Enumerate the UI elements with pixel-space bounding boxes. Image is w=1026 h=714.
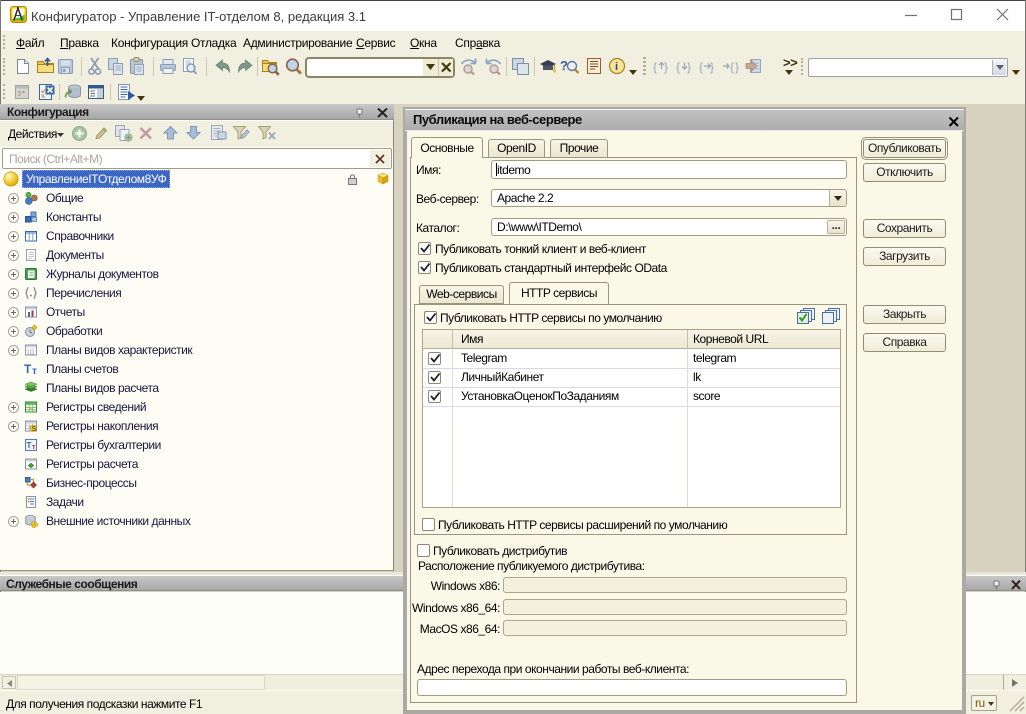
svg-text:}: } (710, 60, 714, 74)
svg-text:?: ? (560, 58, 568, 73)
svg-text:Т: Т (24, 362, 32, 376)
svg-text:т: т (32, 366, 37, 376)
svg-text:}: } (735, 60, 739, 74)
svg-text:{: { (653, 60, 657, 74)
svg-text:{: { (699, 60, 703, 74)
svg-text:Т: Т (27, 441, 32, 450)
svg-text:i: i (615, 61, 618, 73)
svg-text:{: { (730, 60, 734, 74)
svg-text:}: } (664, 60, 668, 74)
svg-text:}: } (687, 60, 691, 74)
svg-text:{: { (676, 60, 680, 74)
